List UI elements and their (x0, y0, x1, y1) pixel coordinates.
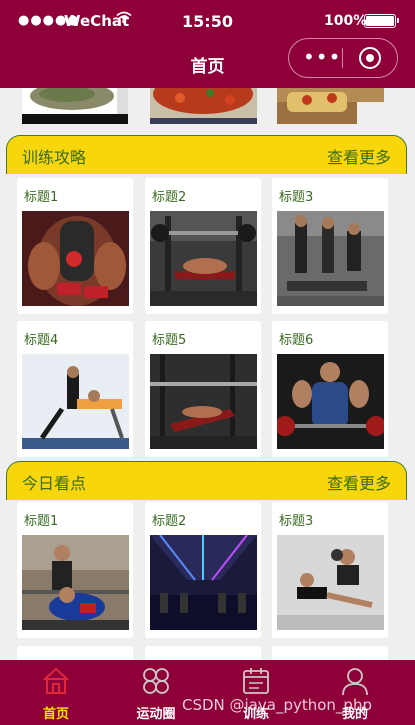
user-icon (340, 666, 370, 696)
main-content[interactable]: 训练攻略 查看更多 标题1 标题2 标题3 标题4 标题5 标题6 今日看点 查… (0, 88, 415, 660)
food-image-3[interactable] (277, 88, 384, 124)
group-training-image[interactable] (277, 211, 384, 306)
home-icon (41, 666, 71, 696)
spotter-bench-image[interactable] (22, 535, 129, 630)
navbar: 首页 ••• (0, 38, 415, 88)
card-title: 标题1 (24, 190, 59, 205)
article-card[interactable]: 标题1 (17, 502, 133, 638)
view-more-link[interactable]: 查看更多 (327, 470, 391, 494)
tab-training[interactable]: 训练 (221, 660, 291, 725)
article-card[interactable]: 标题5 (145, 321, 261, 457)
tab-label: 运动圈 (136, 707, 176, 722)
article-card[interactable]: 标题1 (17, 178, 133, 314)
bench-press-image[interactable] (150, 211, 257, 306)
article-card[interactable] (145, 646, 261, 660)
tab-home[interactable]: 首页 (21, 660, 91, 725)
article-card[interactable] (272, 646, 388, 660)
article-card[interactable]: 标题2 (145, 178, 261, 314)
card-title: 标题5 (152, 333, 187, 348)
food-image-1[interactable] (22, 88, 128, 124)
card-title: 标题2 (152, 514, 187, 529)
yoga-coach-image[interactable] (22, 354, 129, 449)
barbell-athlete-image[interactable] (277, 354, 384, 449)
card-title: 标题3 (279, 514, 314, 529)
battery-icon (364, 14, 396, 28)
article-card[interactable]: 标题3 (272, 502, 388, 638)
article-card[interactable]: 标题6 (272, 321, 388, 457)
calendar-icon (241, 666, 271, 696)
more-dots-icon[interactable]: ••• (303, 45, 341, 69)
card-title: 标题3 (279, 190, 314, 205)
target-icon[interactable] (359, 47, 381, 69)
mini-program-capsule: ••• (288, 38, 398, 78)
view-more-link[interactable]: 查看更多 (327, 144, 391, 168)
article-card[interactable]: 标题4 (17, 321, 133, 457)
top-image-strip (0, 88, 415, 128)
card-title: 标题4 (24, 333, 59, 348)
muscular-arm-image[interactable] (22, 211, 129, 306)
battery-percent: 100% (324, 13, 368, 29)
tab-label: 首页 (42, 707, 69, 722)
watermark-text: CSDN @java_python_php (182, 696, 372, 714)
grid-icon (141, 666, 171, 696)
section-title: 训练攻略 (22, 148, 87, 167)
card-title: 标题1 (24, 514, 59, 529)
tab-bar: 首页 运动圈 训练 我的 (0, 660, 415, 725)
card-title: 标题6 (279, 333, 314, 348)
article-card[interactable] (17, 646, 133, 660)
gym-hall-image[interactable] (150, 535, 257, 630)
tab-profile[interactable]: 我的 (320, 660, 390, 725)
section-title: 今日看点 (22, 474, 87, 493)
article-card[interactable]: 标题2 (145, 502, 261, 638)
incline-bench-image[interactable] (150, 354, 257, 449)
article-card[interactable]: 标题3 (272, 178, 388, 314)
partner-workout-image[interactable] (277, 535, 384, 630)
card-title: 标题2 (152, 190, 187, 205)
section-header-training: 训练攻略 查看更多 (6, 135, 407, 174)
section-header-today: 今日看点 查看更多 (6, 461, 407, 500)
food-image-2[interactable] (150, 88, 257, 124)
tab-sports-circle[interactable]: 运动圈 (121, 660, 191, 725)
status-bar: ●●●●● WeChat 15:50 100% (0, 0, 415, 40)
